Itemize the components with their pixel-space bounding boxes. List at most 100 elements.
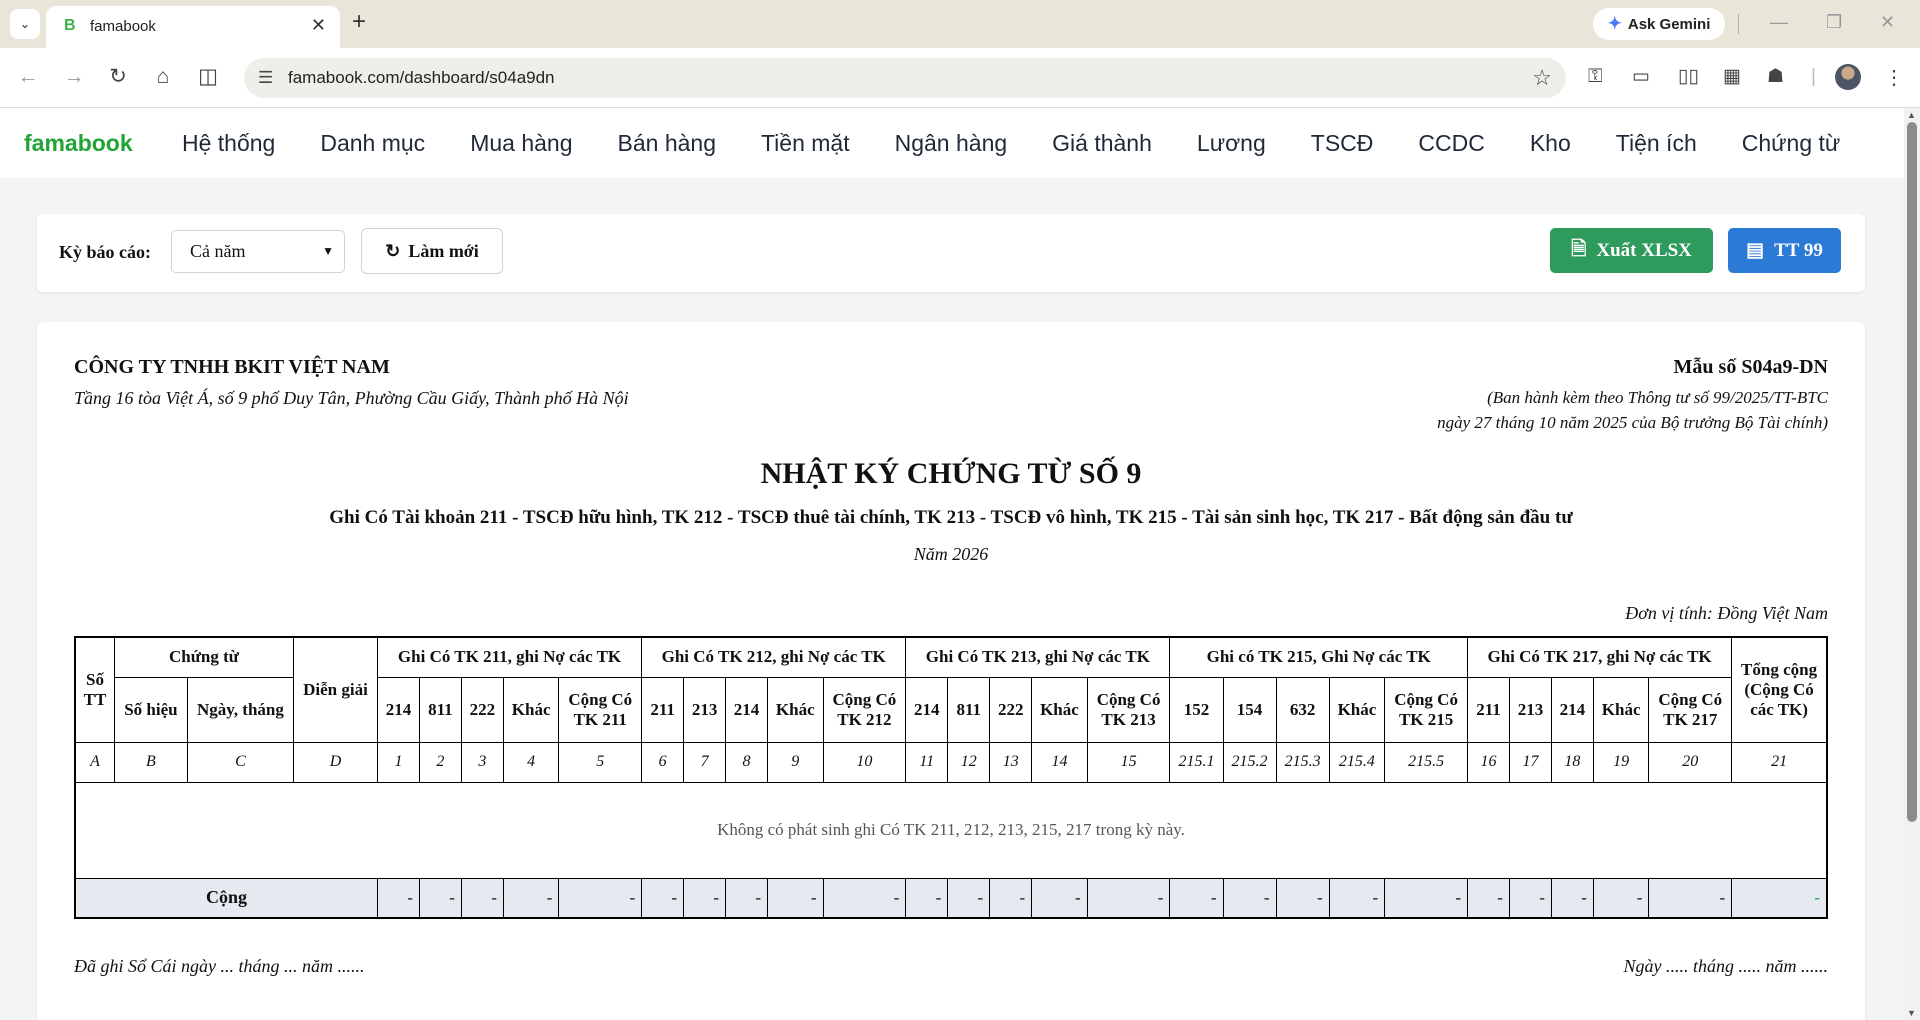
close-window-icon[interactable]: ✕ (1880, 12, 1895, 33)
export-xlsx-button[interactable]: 🗎 Xuất XLSX (1550, 228, 1713, 273)
menu-item-tien-ich[interactable]: Tiện ích (1616, 130, 1697, 157)
menu-item-ccdc[interactable]: CCDC (1418, 130, 1484, 157)
index-cell: 215.1 (1169, 741, 1224, 783)
refresh-label: Làm mới (408, 240, 479, 261)
refresh-button[interactable]: ↻ Làm mới (361, 228, 503, 274)
col-stt: Số TT (74, 636, 115, 743)
export-xlsx-label: Xuất XLSX (1596, 239, 1692, 261)
scroll-down-icon[interactable]: ▼ (1907, 1008, 1916, 1018)
site-info-icon[interactable]: ☰ (258, 68, 273, 88)
app-navbar: famabook Hệ thống Danh mục Mua hàng Bán … (0, 108, 1904, 178)
col-header: 222 (460, 676, 504, 743)
index-cell: 13 (989, 741, 1033, 783)
vertical-scrollbar[interactable]: ▲ ▼ (1904, 108, 1920, 1020)
menu-item-kho[interactable]: Kho (1530, 130, 1571, 157)
password-key-icon[interactable]: ⚿ (1588, 66, 1602, 88)
payment-card-icon[interactable]: ▭ (1632, 66, 1650, 88)
index-cell: 11 (905, 741, 949, 783)
total-cell: - (1031, 877, 1088, 919)
address-bar[interactable]: ☰ famabook.com/dashboard/s04a9dn ☆ (244, 58, 1566, 98)
home-icon[interactable]: ⌂ (151, 65, 175, 89)
browser-toolbar: ← → ↻ ⌂ ◫ ☰ famabook.com/dashboard/s04a9… (0, 48, 1920, 108)
bookmark-star-icon[interactable]: ☆ (1532, 65, 1552, 91)
col-header: Khác (1328, 676, 1386, 743)
col-header: 222 (989, 676, 1033, 743)
close-icon[interactable]: ✕ (311, 15, 326, 36)
incognito-icon[interactable]: ☗ (1767, 66, 1784, 88)
group-tk215: Ghi có TK 215, Ghi Nợ các TK (1169, 636, 1468, 678)
total-cell: - (725, 877, 769, 919)
index-cell: 17 (1508, 741, 1552, 783)
scrollbar-thumb[interactable] (1907, 122, 1917, 822)
index-cell: C (186, 741, 295, 783)
restore-window-icon[interactable]: ❐ (1826, 12, 1842, 33)
report-sheet: CÔNG TY TNHH BKIT VIỆT NAM Tầng 16 tòa V… (37, 322, 1865, 1020)
form-number: Mẫu số S04a9-DN (1673, 356, 1828, 378)
menu-item-ngan-hang[interactable]: Ngân hàng (895, 130, 1008, 157)
col-header: Cộng Có TK 217 (1648, 676, 1733, 743)
menu-item-he-thong[interactable]: Hệ thống (182, 130, 275, 157)
reload-icon[interactable]: ↻ (106, 65, 130, 89)
menu-item-luong[interactable]: Lương (1197, 130, 1266, 157)
menu-item-chung-tu[interactable]: Chứng từ (1742, 130, 1841, 157)
col-ngay-thang: Ngày, tháng (186, 676, 295, 743)
ledger-posting-date: Đã ghi Sổ Cái ngày ... tháng ... năm ...… (74, 956, 365, 976)
index-cell: 10 (822, 741, 907, 783)
col-header: 213 (1508, 676, 1552, 743)
col-header: Khác (1592, 676, 1650, 743)
total-cell: - (418, 877, 462, 919)
total-cell: - (1466, 877, 1510, 919)
total-cell: - (947, 877, 991, 919)
total-cell: - (558, 877, 643, 919)
col-header: Khác (767, 676, 824, 743)
index-cell: 15 (1086, 741, 1171, 783)
total-cell: - (376, 877, 420, 919)
table-extension-icon[interactable]: ▦ (1723, 66, 1741, 88)
menu-item-mua-hang[interactable]: Mua hàng (470, 130, 572, 157)
total-cell: - (1648, 877, 1733, 919)
report-year: Năm 2026 (913, 544, 989, 564)
total-row: Cộng -------------------------- (74, 877, 1828, 919)
menu-item-danh-muc[interactable]: Danh mục (320, 130, 425, 157)
index-cell: 215.3 (1275, 741, 1330, 783)
menu-item-gia-thanh[interactable]: Giá thành (1052, 130, 1152, 157)
menu-item-tscd[interactable]: TSCĐ (1311, 130, 1374, 157)
menu-item-ban-hang[interactable]: Bán hàng (618, 130, 716, 157)
tab-search-button[interactable]: ⌄ (10, 9, 40, 39)
col-header: 214 (1550, 676, 1594, 743)
minimize-window-icon[interactable]: — (1770, 12, 1788, 33)
total-cell: - (822, 877, 907, 919)
back-arrow-icon[interactable]: ← (16, 65, 40, 89)
index-cell: B (114, 741, 188, 783)
ask-gemini-button[interactable]: ✦ Ask Gemini (1593, 8, 1725, 40)
form-note-line-2: ngày 27 tháng 10 năm 2025 của Bộ trưởng … (1437, 413, 1828, 432)
more-menu-icon[interactable]: ⋮ (1884, 65, 1904, 90)
total-cell: - (905, 877, 949, 919)
form-note-line-1: (Ban hành kèm theo Thông tư số 99/2025/T… (1487, 388, 1828, 407)
forward-arrow-icon[interactable]: → (62, 65, 86, 89)
total-cell: - (1222, 877, 1277, 919)
scroll-up-icon[interactable]: ▲ (1907, 110, 1916, 120)
index-cell: 9 (767, 741, 824, 783)
menu-item-tien-mat[interactable]: Tiền mặt (761, 130, 850, 157)
total-cell: - (683, 877, 727, 919)
brand-logo[interactable]: famabook (24, 130, 133, 157)
url-text[interactable]: famabook.com/dashboard/s04a9dn (288, 68, 555, 88)
new-tab-button[interactable]: + (352, 10, 366, 34)
index-cell: 12 (947, 741, 991, 783)
browser-tab-bar: ⌄ B famabook ✕ + ✦ Ask Gemini — ❐ ✕ (0, 0, 1920, 48)
empty-row: Không có phát sinh ghi Có TK 211, 212, 2… (74, 781, 1828, 879)
profile-avatar[interactable] (1835, 64, 1861, 90)
tt99-button[interactable]: ▤ TT 99 (1728, 228, 1841, 273)
reading-mode-icon[interactable]: ▯▯ (1678, 66, 1699, 88)
split-view-icon[interactable]: ◫ (196, 65, 220, 89)
browser-tab[interactable]: B famabook ✕ (46, 6, 340, 48)
col-header: 214 (376, 676, 420, 743)
col-header: Khác (1031, 676, 1088, 743)
index-cell: 5 (558, 741, 643, 783)
col-header: 214 (725, 676, 769, 743)
period-select[interactable]: Cả năm ▼ (171, 230, 345, 273)
index-cell: 8 (725, 741, 769, 783)
currency-unit: Đơn vị tính: Đồng Việt Nam (1625, 603, 1828, 623)
col-header: 211 (1466, 676, 1510, 743)
